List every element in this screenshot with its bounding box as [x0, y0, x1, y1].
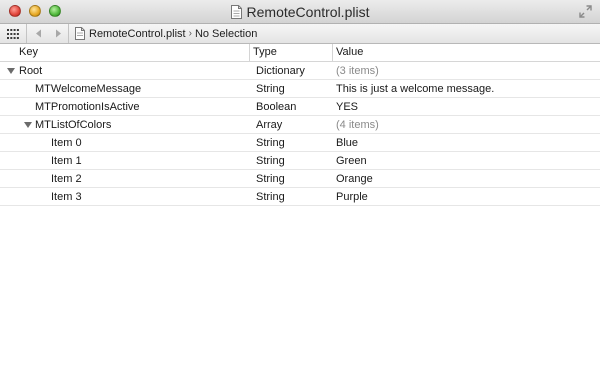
row-value[interactable]: Purple — [336, 188, 368, 205]
row-type[interactable]: String — [256, 80, 285, 97]
table-row[interactable]: Item 0 String Blue — [0, 134, 600, 152]
breadcrumb-selection[interactable]: No Selection — [195, 28, 257, 40]
row-key[interactable]: Item 1 — [51, 152, 82, 169]
breadcrumb-file[interactable]: RemoteControl.plist — [89, 28, 186, 40]
row-value[interactable]: Blue — [336, 134, 358, 151]
row-value[interactable]: Orange — [336, 170, 373, 187]
row-key[interactable]: Item 2 — [51, 170, 82, 187]
document-icon — [75, 27, 85, 40]
row-value: (3 items) — [336, 65, 379, 77]
row-type[interactable]: String — [256, 188, 285, 205]
breadcrumb: RemoteControl.plist › No Selection — [75, 27, 257, 40]
column-header-value[interactable]: Value — [332, 44, 363, 61]
table-row[interactable]: Item 3 String Purple — [0, 188, 600, 206]
row-key[interactable]: MTWelcomeMessage — [35, 80, 141, 97]
row-type[interactable]: String — [256, 170, 285, 187]
document-icon — [230, 5, 242, 19]
window-title-area: RemoteControl.plist — [0, 0, 600, 24]
title-bar: RemoteControl.plist — [0, 0, 600, 24]
row-key[interactable]: Item 0 — [51, 134, 82, 151]
disclosure-triangle-icon[interactable] — [7, 68, 15, 74]
row-key[interactable]: MTListOfColors — [35, 116, 111, 133]
window-title: RemoteControl.plist — [246, 4, 370, 20]
row-value: (4 items) — [336, 119, 379, 131]
grid-icon — [7, 28, 19, 39]
row-type[interactable]: String — [256, 152, 285, 169]
jump-bar: RemoteControl.plist › No Selection — [0, 24, 600, 44]
row-value[interactable]: This is just a welcome message. — [336, 80, 494, 97]
related-items-button[interactable] — [0, 24, 27, 43]
row-value[interactable]: Green — [336, 152, 367, 169]
forward-button[interactable] — [49, 24, 69, 43]
row-type[interactable]: Boolean — [256, 98, 296, 115]
row-value[interactable]: YES — [336, 98, 358, 115]
column-header-key[interactable]: Key — [19, 44, 38, 61]
row-key[interactable]: Root — [19, 62, 42, 79]
column-header-type[interactable]: Type — [249, 44, 277, 61]
table-row[interactable]: Item 1 String Green — [0, 152, 600, 170]
table-row[interactable]: MTPromotionIsActive Boolean YES — [0, 98, 600, 116]
table-row[interactable]: MTWelcomeMessage String This is just a wel… — [0, 80, 600, 98]
fullscreen-icon[interactable] — [579, 5, 592, 18]
plist-outline: Root Dictionary (3 items) MTWelcomeMessage S… — [0, 62, 600, 206]
row-key[interactable]: MTPromotionIsActive — [35, 98, 140, 115]
row-key[interactable]: Item 3 — [51, 188, 82, 205]
breadcrumb-separator: › — [188, 28, 192, 39]
column-header: Key Type Value — [0, 44, 600, 62]
table-row[interactable]: Item 2 String Orange — [0, 170, 600, 188]
row-type[interactable]: Dictionary — [256, 62, 305, 79]
back-arrow-icon — [35, 29, 41, 38]
disclosure-triangle-icon[interactable] — [24, 122, 32, 128]
table-row[interactable]: MTListOfColors Array (4 items) — [0, 116, 600, 134]
plist-editor-window: RemoteControl.plist RemoteControl.plist … — [0, 0, 600, 374]
forward-arrow-icon — [56, 29, 61, 38]
back-button[interactable] — [27, 24, 49, 43]
row-type[interactable]: String — [256, 134, 285, 151]
table-row[interactable]: Root Dictionary (3 items) — [0, 62, 600, 80]
row-type[interactable]: Array — [256, 116, 282, 133]
